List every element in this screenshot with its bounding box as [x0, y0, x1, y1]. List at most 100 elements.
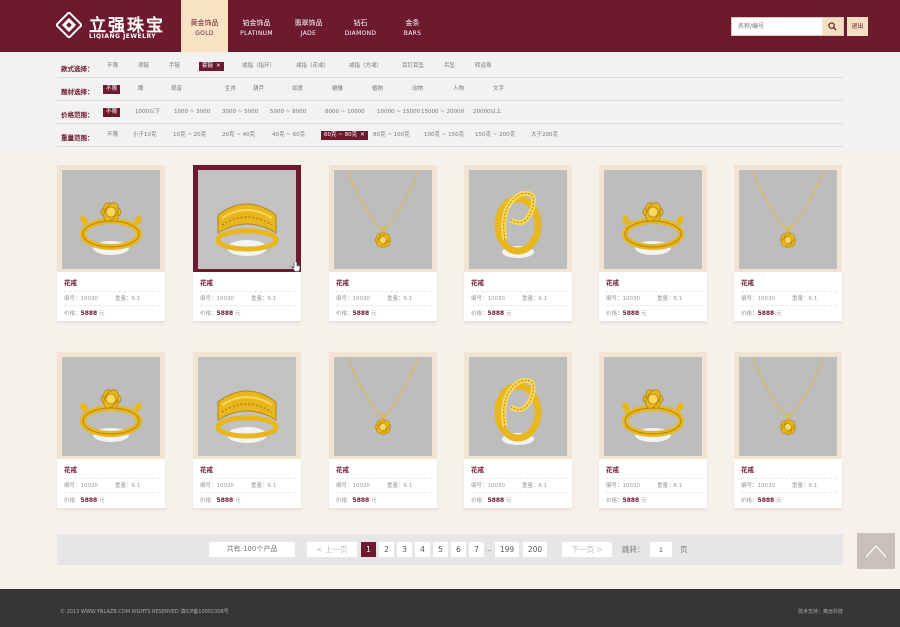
product-card[interactable]: 花戒 编号：10030 重量：6.1 价格：5888 元: [599, 352, 707, 508]
close-icon[interactable]: ✕: [360, 132, 365, 138]
filter-option[interactable]: 文字: [493, 85, 504, 94]
page-button[interactable]: 4: [415, 542, 430, 557]
product-image[interactable]: [198, 170, 296, 269]
filter-option[interactable]: 动物: [412, 85, 423, 94]
filter-option[interactable]: 40克 ~ 60克: [272, 131, 305, 140]
product-card[interactable]: 花戒 编号：10030 重量：6.1 价格：5888 元: [193, 165, 301, 321]
product-name[interactable]: 花戒: [336, 277, 349, 287]
filter-option[interactable]: 戒指（指环）: [242, 62, 275, 71]
product-card[interactable]: 花戒 编号：10030 重量：6.1 价格：5888 元: [599, 165, 707, 321]
product-card[interactable]: 花戒 编号：10030 重量：6.1 价格：5888 元: [464, 165, 572, 321]
product-image[interactable]: [469, 170, 567, 269]
product-card[interactable]: 花戒 编号：10030 重量：6.1 价格：5888 元: [193, 352, 301, 508]
product-image[interactable]: [198, 357, 296, 456]
filter-option[interactable]: 吊坠: [444, 62, 455, 71]
product-name[interactable]: 花戒: [741, 464, 754, 474]
nav-item-diamond[interactable]: 钻石 DIAMOND: [337, 0, 384, 52]
product-name[interactable]: 花戒: [200, 277, 213, 287]
product-image[interactable]: [604, 357, 702, 456]
filter-option[interactable]: 10000 ~ 15000: [377, 108, 420, 117]
filter-option[interactable]: 不限: [107, 131, 118, 140]
nav-item-bars[interactable]: 金条 BARS: [389, 0, 436, 52]
filter-option[interactable]: 耳钉耳坠: [402, 62, 424, 71]
product-image[interactable]: [604, 170, 702, 269]
product-name[interactable]: 花戒: [200, 464, 213, 474]
page-button[interactable]: 6: [451, 542, 466, 557]
search-input[interactable]: [732, 18, 822, 35]
filter-option[interactable]: 3000 ~ 5000: [222, 108, 258, 117]
page-button[interactable]: 2: [379, 542, 394, 557]
product-name[interactable]: 花戒: [336, 464, 349, 474]
filter-option[interactable]: 20000以上: [473, 108, 502, 117]
page-button[interactable]: 199: [495, 542, 519, 557]
product-card[interactable]: 花戒 编号：10030 重量：6.1 价格：5888 元: [329, 352, 437, 508]
product-card[interactable]: 花戒 编号：10030 重量：6.1 价格：5888 元: [329, 165, 437, 321]
filter-option[interactable]: 人物: [453, 85, 464, 94]
product-image[interactable]: [334, 357, 432, 456]
filter-option[interactable]: 项链: [138, 62, 149, 71]
site-logo[interactable]: 立强珠宝 LIQIANG JEWELRY: [56, 10, 166, 44]
filter-option[interactable]: 植物: [372, 85, 383, 94]
page-button-current[interactable]: 1: [361, 542, 376, 557]
filter-option[interactable]: 100克 ~ 150克: [424, 131, 464, 140]
filter-option[interactable]: 10克 ~ 20克: [173, 131, 206, 140]
filter-option[interactable]: 小于10克: [133, 131, 157, 140]
filter-option[interactable]: 80克 ~ 100克: [373, 131, 410, 140]
tech-support-text[interactable]: 技术支持：奥远科技: [798, 608, 843, 615]
product-name[interactable]: 花戒: [471, 464, 484, 474]
filter-option-selected[interactable]: 60克 ~ 80克 ✕: [321, 131, 368, 140]
product-name[interactable]: 花戒: [741, 277, 754, 287]
product-image[interactable]: [62, 170, 160, 269]
filter-option[interactable]: 如意: [292, 85, 303, 94]
product-name[interactable]: 花戒: [64, 277, 77, 287]
jump-page-input[interactable]: [650, 542, 672, 557]
filter-option[interactable]: 观音: [171, 85, 182, 94]
product-card[interactable]: 花戒 编号：10030 重量：6.1 价格：5888 元: [57, 165, 165, 321]
filter-option[interactable]: 5000 ~ 8000: [270, 108, 306, 117]
product-image[interactable]: [739, 357, 837, 456]
filter-option[interactable]: 葫芦: [253, 85, 264, 94]
filter-option[interactable]: 鹰: [138, 85, 144, 94]
search-button[interactable]: [822, 18, 843, 35]
logout-button[interactable]: 退出: [847, 17, 868, 36]
product-image[interactable]: [334, 170, 432, 269]
page-button[interactable]: 200: [523, 542, 547, 557]
page-button[interactable]: 5: [433, 542, 448, 557]
product-card[interactable]: 花戒 编号：10030 重量：6.1 价格：5888 元: [734, 165, 842, 321]
filter-option[interactable]: 貔貅: [332, 85, 343, 94]
filter-option[interactable]: 转运珠: [475, 62, 492, 71]
filter-option[interactable]: 生肖: [225, 85, 236, 94]
filter-option[interactable]: 15000 ~ 20000: [421, 108, 464, 117]
prev-page-button[interactable]: < 上一页: [307, 542, 357, 557]
filter-option-selected[interactable]: 不限: [103, 108, 121, 117]
filter-option-selected[interactable]: 套链 ✕: [199, 62, 224, 71]
filter-option[interactable]: 8000 ~ 10000: [325, 108, 365, 117]
product-card[interactable]: 花戒 编号：10030 重量：6.1 价格：5888 元: [57, 352, 165, 508]
product-card[interactable]: 花戒 编号：10030 重量：6.1 价格：5888 元: [464, 352, 572, 508]
product-name[interactable]: 花戒: [606, 464, 619, 474]
filter-option[interactable]: 戒指（花戒）: [296, 62, 329, 71]
product-image[interactable]: [62, 357, 160, 456]
nav-item-jade[interactable]: 翡翠饰品 JADE: [285, 0, 332, 52]
nav-item-platinum[interactable]: 铂金饰品 PLATINUM: [233, 0, 280, 52]
filter-option[interactable]: 1000以下: [135, 108, 160, 117]
product-name[interactable]: 花戒: [606, 277, 619, 287]
filter-option[interactable]: 20克 ~ 40克: [222, 131, 255, 140]
page-button[interactable]: 3: [397, 542, 412, 557]
product-card[interactable]: 花戒 编号：10030 重量：6.1 价格：5888 元: [734, 352, 842, 508]
filter-option[interactable]: 1000 ~ 3000: [174, 108, 210, 117]
close-icon[interactable]: ✕: [216, 63, 221, 69]
filter-option[interactable]: 戒指（方戒）: [349, 62, 382, 71]
product-name[interactable]: 花戒: [471, 277, 484, 287]
back-to-top-button[interactable]: [857, 533, 895, 569]
filter-option[interactable]: 手链: [169, 62, 180, 71]
product-name[interactable]: 花戒: [64, 464, 77, 474]
filter-option[interactable]: 大于200克: [531, 131, 558, 140]
filter-option-selected[interactable]: 不限: [103, 85, 121, 94]
nav-item-gold[interactable]: 黄金饰品 GOLD: [181, 0, 228, 52]
product-image[interactable]: [469, 357, 567, 456]
filter-option[interactable]: 不限: [107, 62, 118, 71]
page-button[interactable]: 7: [469, 542, 484, 557]
product-image[interactable]: [739, 170, 837, 269]
filter-option[interactable]: 150克 ~ 200克: [475, 131, 515, 140]
